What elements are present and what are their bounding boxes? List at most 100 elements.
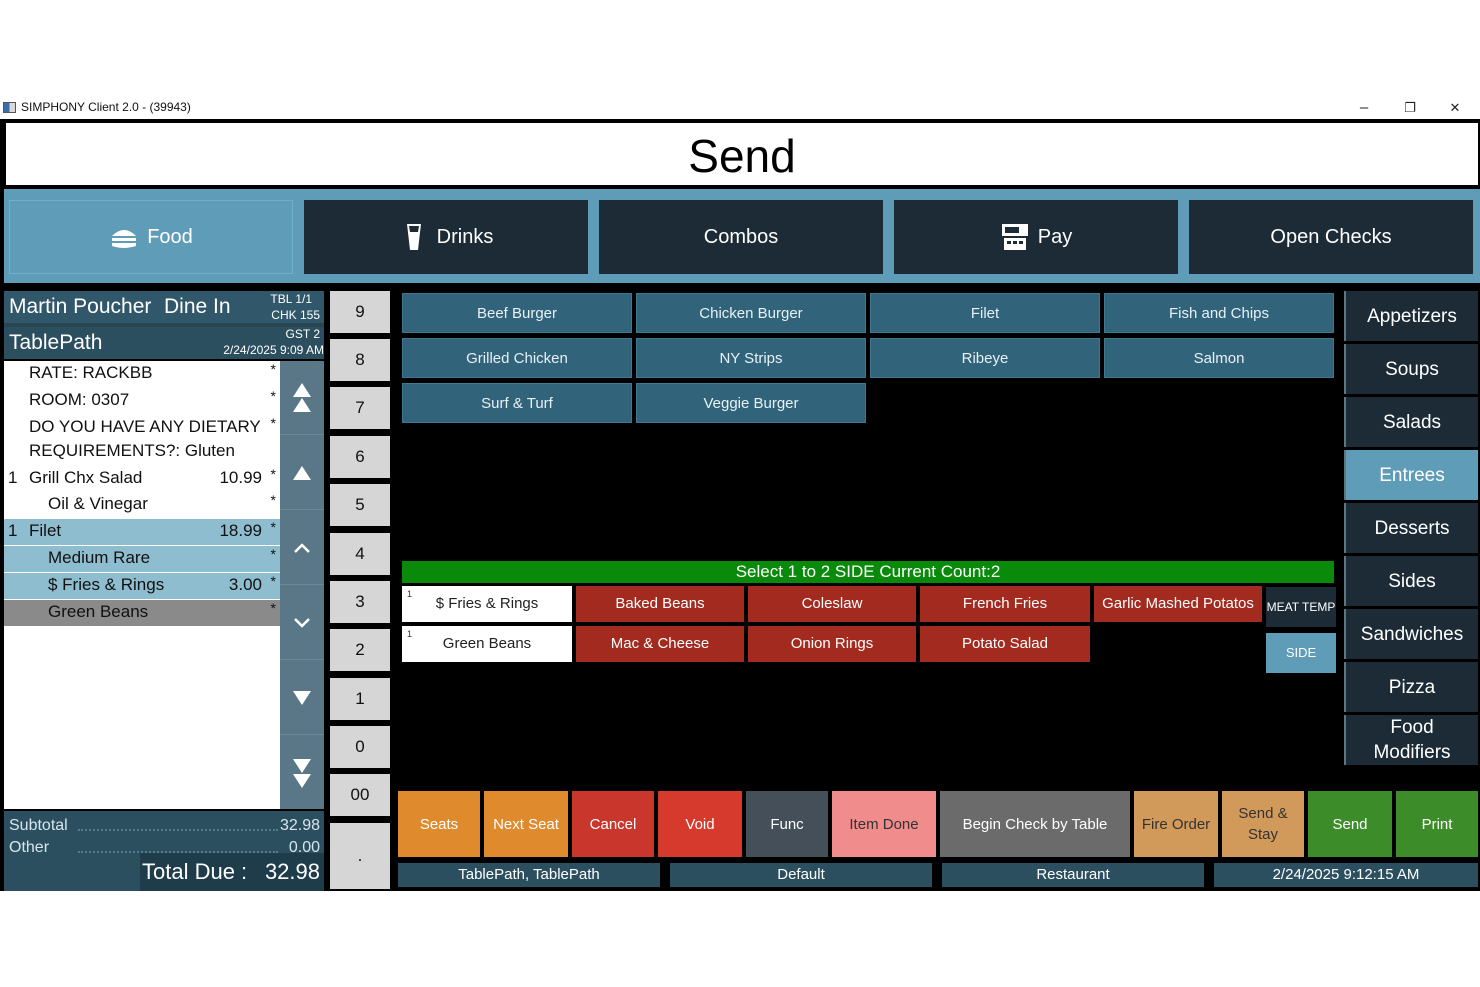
print-button[interactable]: Print	[1396, 791, 1478, 857]
numpad-4[interactable]: 4	[330, 533, 390, 575]
chevron-down-icon	[294, 617, 310, 628]
window-titlebar: SIMPHONY Client 2.0 - (39943) – ❐ ✕	[0, 97, 1480, 119]
check-line[interactable]: REQUIREMENTS?: Gluten	[4, 439, 280, 465]
side-potato-salad[interactable]: Potato Salad	[920, 626, 1090, 662]
menu-item-ny-strips[interactable]: NY Strips	[636, 338, 866, 378]
minimize-button[interactable]: –	[1344, 97, 1384, 119]
category-desserts[interactable]: Desserts	[1344, 503, 1478, 553]
check-line-current[interactable]: Green Beans *	[4, 600, 280, 626]
side-onion-rings[interactable]: Onion Rings	[748, 626, 916, 662]
menu-item-salmon[interactable]: Salmon	[1104, 338, 1334, 378]
line-star: *	[270, 546, 276, 562]
check-line[interactable]: RATE: RACKBB *	[4, 361, 280, 387]
check-line[interactable]: Oil & Vinegar *	[4, 492, 280, 518]
line-name: RATE: RACKBB	[29, 363, 153, 382]
nav-open-checks[interactable]: Open Checks	[1189, 200, 1473, 274]
close-button[interactable]: ✕	[1435, 97, 1475, 119]
menu-item-chicken-burger[interactable]: Chicken Burger	[636, 293, 866, 333]
selected-side-name: Green Beans	[442, 635, 532, 652]
menu-item-surf-and-turf[interactable]: Surf & Turf	[402, 383, 632, 423]
category-appetizers[interactable]: Appetizers	[1344, 291, 1478, 341]
side-mac-and-cheese[interactable]: Mac & Cheese	[576, 626, 744, 662]
line-name: Grill Chx Salad	[29, 468, 143, 487]
menu-item-grilled-chicken[interactable]: Grilled Chicken	[402, 338, 632, 378]
category-pizza[interactable]: Pizza	[1344, 662, 1478, 712]
item-done-button[interactable]: Item Done	[832, 791, 936, 857]
numpad-5[interactable]: 5	[330, 484, 390, 526]
side-french-fries[interactable]: French Fries	[920, 586, 1090, 622]
numpad-0[interactable]: 0	[330, 726, 390, 768]
menu-item-ribeye[interactable]: Ribeye	[870, 338, 1100, 378]
numpad-00[interactable]: 00	[330, 774, 390, 816]
category-salads[interactable]: Salads	[1344, 397, 1478, 447]
numpad-9[interactable]: 9	[330, 291, 390, 333]
nav-combos[interactable]: Combos	[599, 200, 883, 274]
category-soups[interactable]: Soups	[1344, 344, 1478, 394]
numpad-6[interactable]: 6	[330, 436, 390, 478]
fire-order-button[interactable]: Fire Order	[1134, 791, 1218, 857]
check-line[interactable]: ROOM: 0307 *	[4, 388, 280, 414]
total-due-value: 32.98	[264, 859, 320, 884]
page-up-button[interactable]	[280, 436, 324, 510]
menu-item-fish-and-chips[interactable]: Fish and Chips	[1104, 293, 1334, 333]
side-selection-prompt: Select 1 to 2 SIDE Current Count:2	[402, 561, 1334, 583]
void-button[interactable]: Void	[658, 791, 742, 857]
side-coleslaw[interactable]: Coleslaw	[748, 586, 916, 622]
next-seat-button[interactable]: Next Seat	[484, 791, 568, 857]
send-button[interactable]: Send	[1308, 791, 1392, 857]
tab-meat-temp[interactable]: MEAT TEMP	[1266, 587, 1336, 627]
restore-button[interactable]: ❐	[1390, 97, 1430, 119]
page-down-button[interactable]	[280, 661, 324, 735]
func-button[interactable]: Func	[746, 791, 828, 857]
check-detail-list[interactable]: RATE: RACKBB * ROOM: 0307 * DO YOU HAVE …	[4, 361, 280, 809]
check-line[interactable]: 1 Grill Chx Salad 10.99 *	[4, 466, 280, 492]
selected-side-green-beans[interactable]: 1 Green Beans	[402, 626, 572, 662]
menu-item-veggie-burger[interactable]: Veggie Burger	[636, 383, 866, 423]
seats-button[interactable]: Seats	[398, 791, 480, 857]
line-down-button[interactable]	[280, 586, 324, 660]
check-line-selected[interactable]: Medium Rare *	[4, 546, 280, 572]
line-up-button[interactable]	[280, 511, 324, 585]
numpad-2[interactable]: 2	[330, 629, 390, 671]
line-name: ROOM: 0307	[29, 390, 130, 409]
category-entrees[interactable]: Entrees	[1344, 450, 1478, 500]
scroll-top-button[interactable]	[280, 361, 324, 435]
check-line[interactable]: DO YOU HAVE ANY DIETARY *	[4, 415, 280, 441]
check-header-row1: Martin Poucher Dine In TBL 1/1 CHK 155	[4, 291, 324, 323]
burger-icon	[112, 230, 137, 248]
nav-food[interactable]: Food	[9, 200, 293, 274]
line-star: *	[270, 388, 276, 404]
numpad-1[interactable]: 1	[330, 678, 390, 720]
chevron-up-icon	[294, 542, 310, 553]
tab-side[interactable]: SIDE	[1266, 633, 1336, 673]
window-title: SIMPHONY Client 2.0 - (39943)	[21, 100, 191, 114]
side-baked-beans[interactable]: Baked Beans	[576, 586, 744, 622]
menu-item-beef-burger[interactable]: Beef Burger	[402, 293, 632, 333]
line-name: DO YOU HAVE ANY DIETARY	[29, 417, 261, 436]
line-star: *	[270, 361, 276, 377]
nav-pay[interactable]: Pay	[894, 200, 1178, 274]
scroll-bottom-button[interactable]	[280, 736, 324, 810]
numpad-8[interactable]: 8	[330, 339, 390, 381]
begin-check-by-table-button[interactable]: Begin Check by Table	[940, 791, 1130, 857]
check-totals: Subtotal 32.98 Other 0.00 Total Due : 32…	[4, 811, 324, 891]
table-number: TBL 1/1	[270, 292, 312, 306]
send-and-stay-button[interactable]: Send & Stay	[1222, 791, 1304, 857]
numpad-3[interactable]: 3	[330, 581, 390, 623]
menu-item-filet[interactable]: Filet	[870, 293, 1100, 333]
numpad-decimal[interactable]: .	[330, 823, 390, 889]
category-food-modifiers[interactable]: Food Modifiers	[1344, 715, 1478, 765]
guest-count: GST 2	[285, 327, 320, 341]
subtotal-leader	[78, 829, 278, 831]
numpad-7[interactable]: 7	[330, 387, 390, 429]
nav-drinks[interactable]: Drinks	[304, 200, 588, 274]
category-sides[interactable]: Sides	[1344, 556, 1478, 606]
selected-side-fries-rings[interactable]: 1 $ Fries & Rings	[402, 586, 572, 622]
category-sandwiches[interactable]: Sandwiches	[1344, 609, 1478, 659]
cancel-button[interactable]: Cancel	[572, 791, 654, 857]
check-line-selected[interactable]: 1 Filet 18.99 *	[4, 519, 280, 545]
side-garlic-mashed-potatos[interactable]: Garlic Mashed Potatos	[1094, 586, 1262, 622]
check-line-selected[interactable]: $ Fries & Rings 3.00 *	[4, 573, 280, 599]
footer-datetime: 2/24/2025 9:12:15 AM	[1214, 863, 1478, 887]
up-triangle-icon	[293, 465, 311, 480]
